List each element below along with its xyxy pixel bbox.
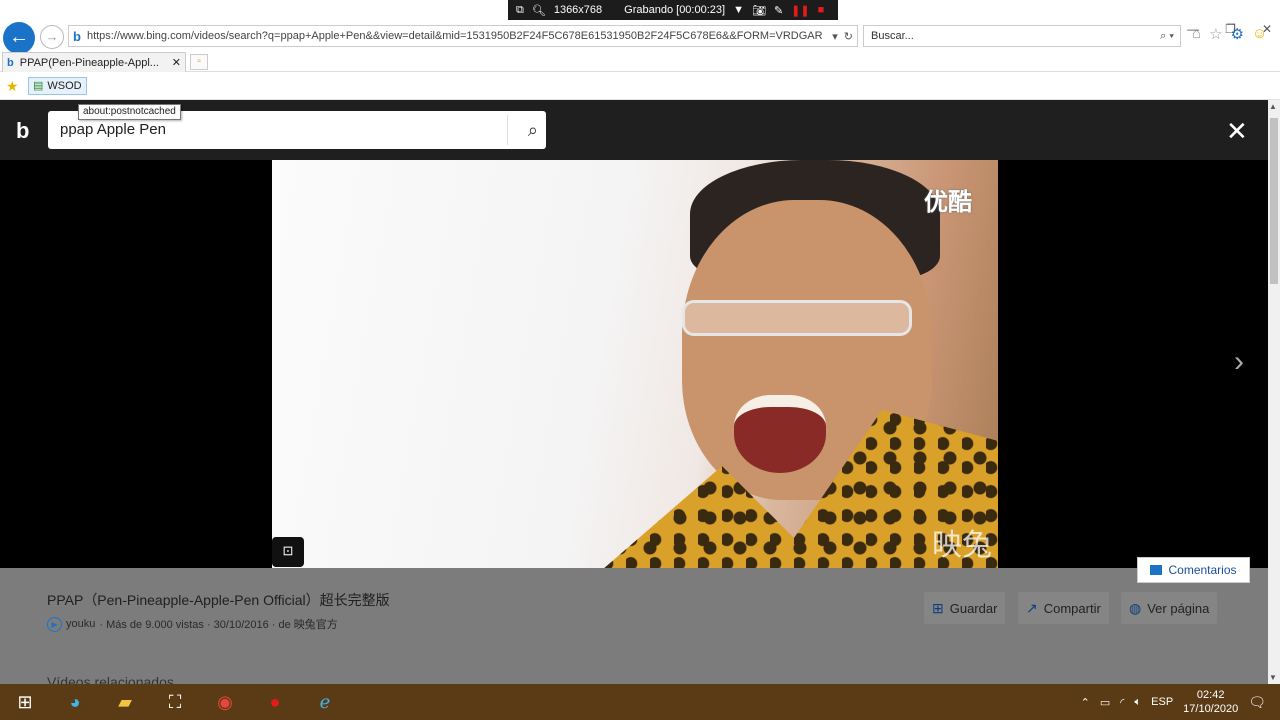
url-field[interactable]: b https://www.bing.com/videos/search?q=p… xyxy=(68,25,858,47)
close-tab-icon[interactable]: ✕ xyxy=(172,56,181,69)
search-icon[interactable]: ⌕ xyxy=(528,111,538,149)
window-controls: — ❐ ✕ xyxy=(1187,22,1272,36)
scroll-thumb[interactable] xyxy=(1270,118,1278,284)
scroll-up-icon[interactable]: ▲ xyxy=(1269,102,1277,111)
video-info-panel: PPAP（Pen-Pineapple-Apple-Pen Official）超长… xyxy=(0,568,1268,690)
wifi-icon[interactable]: ◜ xyxy=(1120,696,1124,709)
add-favorites-icon[interactable]: ★ xyxy=(6,78,19,95)
share-icon: ↗ xyxy=(1026,599,1038,616)
share-label: Compartir xyxy=(1043,600,1101,616)
save-label: Guardar xyxy=(949,600,998,616)
view-page-button[interactable]: ◍ Ver página xyxy=(1121,592,1218,624)
bing-video-overlay: b ppap Apple Pen ⌕ ✕ 优酷 映兔 ⊡ › PPAP（Pen-… xyxy=(0,100,1268,690)
forward-button[interactable]: → xyxy=(40,25,64,49)
tray-chevron-icon[interactable]: ⌃ xyxy=(1081,696,1090,709)
favorite-wsod[interactable]: ▤ WSOD xyxy=(28,77,87,95)
next-video-chevron-icon[interactable]: › xyxy=(1234,345,1244,379)
store-icon[interactable]: ⛶ xyxy=(150,684,200,720)
bing-tab-icon: b xyxy=(7,56,14,69)
clock-date: 17/10/2020 xyxy=(1183,703,1239,715)
url-dropdown-icon[interactable]: ▾ xyxy=(832,30,838,43)
tab-title: PPAP(Pen-Pineapple-Appl... xyxy=(19,56,159,69)
windows-start-icon[interactable]: ⊞ xyxy=(0,684,50,720)
close-window-button[interactable]: ✕ xyxy=(1262,22,1272,36)
tab-bar: b PPAP(Pen-Pineapple-Appl... ✕ ▫ xyxy=(0,52,1280,72)
scroll-down-icon[interactable]: ▼ xyxy=(1269,673,1277,682)
url-text: https://www.bing.com/videos/search?q=ppa… xyxy=(86,30,823,42)
recorder-app-icon[interactable]: ● xyxy=(250,684,300,720)
clock[interactable]: 02:42 17/10/2020 xyxy=(1183,688,1238,716)
video-meta: ▶ youku · Más de 9.000 vistas · 30/10/20… xyxy=(47,616,338,632)
feedback-button[interactable]: Comentarios xyxy=(1137,557,1250,583)
query-text: ppap Apple Pen xyxy=(60,121,166,138)
video-frame-mouth xyxy=(734,395,826,473)
bing-logo-icon[interactable]: b xyxy=(16,118,29,144)
video-player[interactable]: 优酷 映兔 xyxy=(272,160,998,568)
video-meta-text: · Más de 9.000 vistas · 30/10/2016 · de … xyxy=(99,619,338,631)
minimize-button[interactable]: — xyxy=(1187,22,1199,36)
tooltip: about:postnotcached xyxy=(78,104,181,120)
expand-icon[interactable]: ⊡ xyxy=(272,537,304,567)
volume-icon[interactable]: 🔈︎ xyxy=(1135,696,1142,709)
search-icon[interactable]: ⌕ ▾ xyxy=(1160,26,1174,46)
divider xyxy=(507,115,508,145)
zoom-icon[interactable]: 🔍︎ xyxy=(532,4,546,17)
edge-icon[interactable]: ◕ xyxy=(50,684,100,720)
window-icon[interactable]: ⧉ xyxy=(516,4,524,17)
restore-button[interactable]: ❐ xyxy=(1225,22,1236,36)
taskbar: ⊞ ◕ ▰ ⛶ ◉ ● ℯ ⌃ ▭ ◜ 🔈︎ ESP 02:42 17/10/2… xyxy=(0,684,1280,720)
chrome-icon[interactable]: ◉ xyxy=(200,684,250,720)
pause-icon[interactable]: ❚❚ xyxy=(791,4,809,17)
vertical-scrollbar[interactable]: ▲ ▼ xyxy=(1268,100,1280,684)
video-frame-glasses xyxy=(682,300,912,336)
video-source[interactable]: youku xyxy=(66,618,95,630)
back-button[interactable]: ← xyxy=(3,22,35,54)
system-tray: ⌃ ▭ ◜ 🔈︎ ESP 02:42 17/10/2020 🗨︎ xyxy=(1081,684,1280,720)
screen-recorder-toolbar: ⧉ 🔍︎ 1366x768 Grabando [00:00:23] ▼ 📷︎ ✎… xyxy=(508,0,838,20)
pen-icon[interactable]: ✎ xyxy=(774,4,783,17)
file-explorer-icon[interactable]: ▰ xyxy=(100,684,150,720)
new-tab-button[interactable]: ▫ xyxy=(190,54,208,70)
youku-watermark: 优酷 xyxy=(924,189,972,216)
browser-search-input[interactable]: Buscar... ⌕ ▾ xyxy=(863,25,1181,47)
bing-favicon-icon: b xyxy=(73,28,81,44)
stop-icon[interactable]: ■ xyxy=(818,4,825,16)
browser-search-placeholder: Buscar... xyxy=(871,30,914,42)
close-overlay-button[interactable]: ✕ xyxy=(1226,118,1248,144)
internet-explorer-icon[interactable]: ℯ xyxy=(300,684,350,720)
recorder-resolution: 1366x768 xyxy=(553,4,603,16)
recorder-status: Grabando [00:00:23] xyxy=(624,4,726,16)
save-icon: ⊞ xyxy=(932,599,944,616)
video-player-area: 优酷 映兔 ⊡ › xyxy=(0,160,1268,568)
camera-icon[interactable]: 📷︎ xyxy=(752,4,766,17)
yingtu-watermark: 映兔 xyxy=(932,529,992,562)
save-button[interactable]: ⊞ Guardar xyxy=(924,592,1006,624)
address-bar-row: ← → b https://www.bing.com/videos/search… xyxy=(0,20,1280,54)
video-title[interactable]: PPAP（Pen-Pineapple-Apple-Pen Official）超长… xyxy=(47,590,390,610)
feedback-label: Comentarios xyxy=(1168,563,1237,577)
page-icon: ▤ xyxy=(33,80,44,92)
clock-time: 02:42 xyxy=(1196,689,1225,701)
globe-icon: ◍ xyxy=(1129,599,1142,616)
favorite-label: WSOD xyxy=(47,80,82,92)
tab-ppap[interactable]: b PPAP(Pen-Pineapple-Appl... ✕ xyxy=(2,52,186,72)
share-button[interactable]: ↗ Compartir xyxy=(1018,592,1109,624)
battery-icon[interactable]: ▭ xyxy=(1100,696,1110,709)
favorites-bar: ★ ▤ WSOD xyxy=(0,72,1280,100)
play-source-icon: ▶ xyxy=(47,616,62,632)
view-page-label: Ver página xyxy=(1147,600,1210,616)
notifications-icon[interactable]: 🗨︎ xyxy=(1248,694,1266,711)
dropdown-icon[interactable]: ▼ xyxy=(733,4,744,16)
refresh-icon[interactable]: ↻ xyxy=(844,30,853,43)
feedback-icon xyxy=(1150,565,1163,575)
language-indicator[interactable]: ESP xyxy=(1151,696,1173,708)
